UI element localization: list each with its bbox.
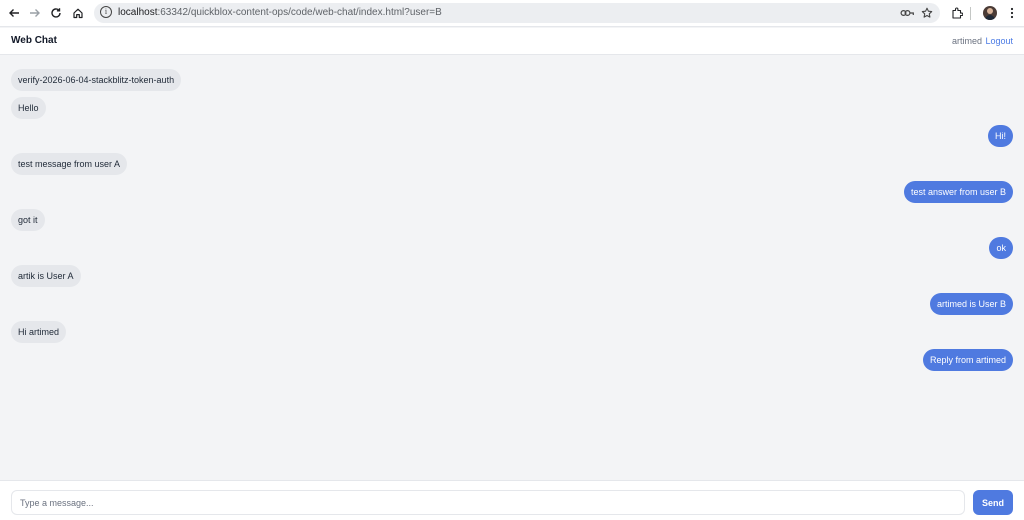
message-input[interactable] [11,490,965,515]
password-key-icon[interactable] [900,6,914,20]
message-outgoing: ok [989,237,1013,259]
bookmark-star-icon[interactable] [920,6,934,20]
message-outgoing: artimed is User B [929,293,1013,315]
message-outgoing: Reply from artimed [922,349,1013,371]
reload-icon[interactable] [47,4,65,22]
message-composer: Send [0,480,1024,520]
message-incoming: Hi artimed [11,321,67,343]
address-bar[interactable]: i localhost:63342/quickblox-content-ops/… [94,3,940,23]
url-host: localhost [118,7,158,18]
app-title: Web Chat [11,35,57,46]
profile-avatar[interactable] [983,6,997,20]
forward-icon[interactable] [26,4,44,22]
logout-link[interactable]: Logout [985,36,1013,46]
message-incoming: test message from user A [11,153,128,175]
site-info-icon[interactable]: i [100,6,112,18]
message-incoming: verify-2026-06-04-stackblitz-token-auth [11,69,182,91]
message-incoming: got it [11,209,45,231]
extensions-icon[interactable] [948,4,966,22]
app-header: Web Chat artimed Logout [0,28,1024,55]
message-outgoing: test answer from user B [903,181,1013,203]
send-button[interactable]: Send [973,490,1013,515]
url-path: :63342/quickblox-content-ops/code/web-ch… [157,7,442,18]
back-icon[interactable] [5,4,23,22]
menu-dots-icon[interactable] [1003,4,1021,22]
address-url[interactable]: localhost:63342/quickblox-content-ops/co… [118,6,442,20]
message-incoming: Hello [11,97,46,119]
message-outgoing: Hi! [988,125,1013,147]
home-icon[interactable] [69,4,87,22]
browser-toolbar: i localhost:63342/quickblox-content-ops/… [0,0,1024,27]
toolbar-separator [970,7,971,20]
message-list[interactable]: verify-2026-06-04-stackblitz-token-auth … [0,56,1024,480]
message-incoming: artik is User A [11,265,81,287]
current-username: artimed [951,36,982,46]
